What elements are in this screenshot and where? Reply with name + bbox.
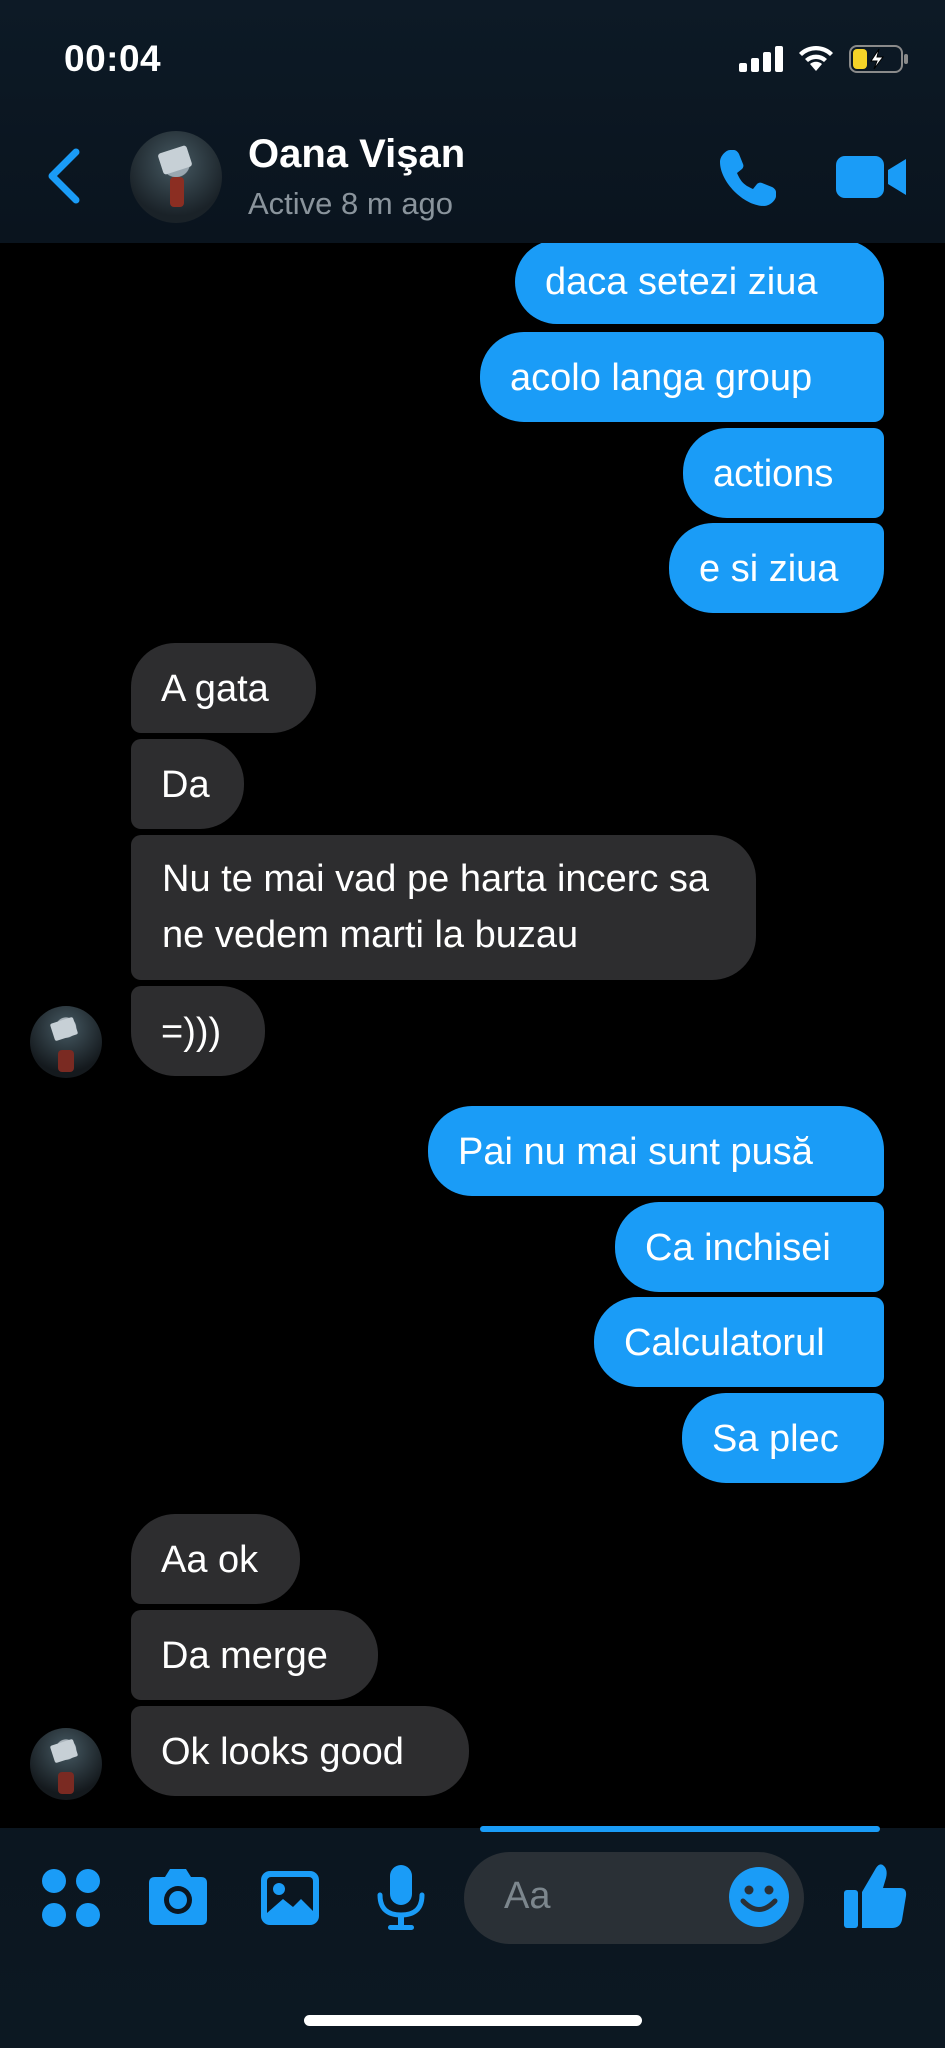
home-indicator (304, 2015, 642, 2026)
four-dots-icon[interactable] (36, 1863, 106, 1933)
thumbs-up-icon[interactable] (842, 1860, 908, 1930)
microphone-icon[interactable] (366, 1863, 436, 1933)
conversation-header: 00:04 Oana Vişan Active 8 m ago (0, 0, 945, 243)
message-bubble-outgoing[interactable]: Pai nu mai sunt pusă (428, 1106, 884, 1196)
message-bubble-incoming[interactable]: Nu te mai vad pe harta incerc sa ne vede… (131, 835, 756, 980)
message-bubble-incoming[interactable]: Da (131, 739, 244, 829)
image-icon[interactable] (255, 1863, 325, 1933)
status-time: 00:04 (64, 38, 162, 79)
message-input-placeholder: Aa (504, 1875, 551, 1917)
message-bubble-incoming[interactable]: A gata (131, 643, 316, 733)
message-bubble-incoming[interactable]: Da merge (131, 1610, 378, 1700)
contact-avatar[interactable] (130, 131, 222, 223)
message-bubble-outgoing[interactable]: acolo langa group (480, 332, 884, 422)
contact-avatar-small[interactable] (30, 1728, 102, 1800)
cellular-signal-icon (739, 46, 783, 72)
presence-status: Active 8 m ago (248, 186, 454, 221)
next-message-peek (480, 1826, 880, 1832)
message-bubble-outgoing[interactable]: Calculatorul (594, 1297, 884, 1387)
contact-name[interactable]: Oana Vişan (248, 132, 465, 177)
message-bubble-outgoing[interactable]: Sa plec (682, 1393, 884, 1483)
message-bubble-incoming[interactable]: Aa ok (131, 1514, 300, 1604)
contact-avatar-small[interactable] (30, 1006, 102, 1078)
message-bubble-outgoing[interactable]: daca setezi ziua (515, 240, 884, 324)
message-bubble-incoming[interactable]: =))) (131, 986, 265, 1076)
video-camera-icon[interactable] (836, 154, 908, 200)
back-chevron-icon[interactable] (44, 146, 84, 206)
smiley-icon[interactable] (728, 1866, 790, 1928)
camera-icon[interactable] (143, 1863, 213, 1933)
message-bubble-incoming[interactable]: Ok looks good (131, 1706, 469, 1796)
phone-icon[interactable] (716, 146, 780, 210)
message-bubble-outgoing[interactable]: e si ziua (669, 523, 884, 613)
status-bar: 00:04 (0, 0, 945, 110)
message-bubble-outgoing[interactable]: Ca inchisei (615, 1202, 884, 1292)
wifi-icon (799, 45, 833, 71)
message-bubble-outgoing[interactable]: actions (683, 428, 884, 518)
battery-charging-icon (849, 45, 908, 73)
